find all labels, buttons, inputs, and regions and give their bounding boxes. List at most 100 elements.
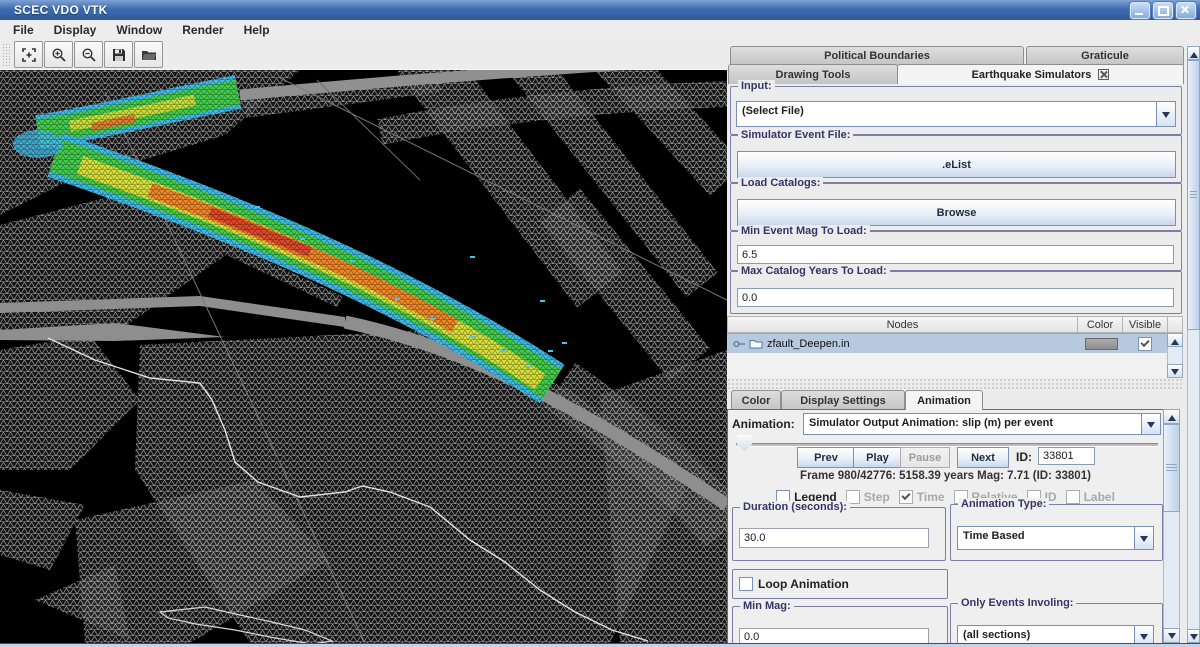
table-row[interactable]: zfault_Deepen.in xyxy=(727,333,1168,354)
id-input[interactable] xyxy=(1038,447,1095,465)
open-folder-icon xyxy=(141,47,157,63)
step-checkbox: Step xyxy=(846,490,890,504)
animation-type-group: Animation Type: Time Based xyxy=(950,504,1163,561)
minimize-icon[interactable] xyxy=(1130,2,1150,19)
min-event-mag-label: Min Event Mag To Load: xyxy=(738,225,870,237)
maximize-icon[interactable] xyxy=(1153,2,1173,19)
next-button[interactable]: Next xyxy=(957,447,1009,468)
menu-window[interactable]: Window xyxy=(106,21,172,39)
toolbar xyxy=(0,40,727,69)
window-bottom-border xyxy=(0,643,1200,647)
table-scroll-down-icon[interactable] xyxy=(1167,364,1183,378)
tab-animation[interactable]: Animation xyxy=(905,390,983,410)
simulator-event-file-label: Simulator Event File: xyxy=(738,129,853,141)
input-file-value: (Select File) xyxy=(737,102,1156,126)
fault-visualization xyxy=(0,70,727,643)
visible-header[interactable]: Visible xyxy=(1122,316,1168,333)
pause-button: Pause xyxy=(900,447,950,468)
menu-help[interactable]: Help xyxy=(234,21,280,39)
input-group-label: Input: xyxy=(738,80,775,92)
input-group: Input: (Select File) xyxy=(730,86,1182,135)
reset-view-button[interactable] xyxy=(14,41,43,68)
max-catalog-years-label: Max Catalog Years To Load: xyxy=(738,265,890,277)
max-catalog-years-input[interactable] xyxy=(737,288,1174,307)
table-empty-area xyxy=(727,353,1168,378)
animation-type-label: Animation Type: xyxy=(958,498,1049,510)
load-catalogs-group: Load Catalogs: Browse xyxy=(730,183,1182,231)
label-checkbox: Label xyxy=(1066,490,1115,504)
time-checkbox: Time xyxy=(899,490,945,504)
animation-select-value: Simulator Output Animation: slip (m) per… xyxy=(804,414,1141,434)
min-mag-label: Min Mag: xyxy=(740,600,794,612)
prev-button[interactable]: Prev xyxy=(797,447,855,468)
tab-earthquake-simulators[interactable]: Earthquake Simulators xyxy=(897,64,1184,84)
zoom-in-button[interactable] xyxy=(44,41,73,68)
animation-scrollbar-thumb[interactable] xyxy=(1163,424,1180,512)
tab-close-icon[interactable] xyxy=(1098,69,1109,80)
only-events-group: Only Events Involing: (all sections) xyxy=(950,603,1163,647)
id-label: ID: xyxy=(1016,450,1032,464)
node-visible-checkbox[interactable] xyxy=(1138,337,1152,351)
titlebar[interactable]: SCEC VDO VTK xyxy=(0,0,1200,20)
folder-icon xyxy=(749,338,763,349)
reset-view-icon xyxy=(21,47,37,63)
min-event-mag-input[interactable] xyxy=(737,245,1174,264)
side-panel: Political Boundaries Graticule Drawing T… xyxy=(727,40,1200,643)
animation-type-select[interactable]: Time Based xyxy=(957,526,1154,550)
duration-input[interactable] xyxy=(739,528,929,548)
open-button[interactable] xyxy=(134,41,163,68)
max-catalog-years-group: Max Catalog Years To Load: xyxy=(730,271,1182,314)
animation-scroll-up-icon[interactable] xyxy=(1163,409,1180,424)
menu-file[interactable]: File xyxy=(3,21,44,39)
close-icon[interactable] xyxy=(1176,2,1196,19)
loop-animation-label: Loop Animation xyxy=(758,577,849,591)
toolbar-drag-handle[interactable] xyxy=(2,43,10,67)
table-scroll-up-icon[interactable] xyxy=(1167,333,1183,347)
only-events-label: Only Events Involing: xyxy=(958,597,1076,609)
zoom-out-icon xyxy=(81,47,97,63)
play-button[interactable]: Play xyxy=(853,447,902,468)
window-title: SCEC VDO VTK xyxy=(14,3,108,17)
viewport-3d[interactable] xyxy=(0,69,727,644)
tab-color[interactable]: Color xyxy=(731,390,781,410)
browse-button[interactable]: Browse xyxy=(737,199,1176,226)
dropdown-arrow-icon[interactable] xyxy=(1134,527,1153,549)
duration-label: Duration (seconds): xyxy=(740,501,850,513)
menu-render[interactable]: Render xyxy=(172,21,233,39)
animation-scroll-down-icon[interactable] xyxy=(1163,628,1180,643)
tab-political-boundaries[interactable]: Political Boundaries xyxy=(730,46,1024,65)
frame-status-text: Frame 980/42776: 5158.39 years Mag: 7.71… xyxy=(728,470,1163,482)
tab-graticule[interactable]: Graticule xyxy=(1026,46,1184,65)
loop-animation-box: Loop Animation xyxy=(732,569,948,599)
tab-display-settings[interactable]: Display Settings xyxy=(781,390,905,410)
nodes-header[interactable]: Nodes xyxy=(727,316,1078,333)
node-name: zfault_Deepen.in xyxy=(767,338,850,350)
zoom-in-icon xyxy=(51,47,67,63)
input-file-select[interactable]: (Select File) xyxy=(736,101,1176,127)
simulator-event-file-group: Simulator Event File: .eList xyxy=(730,135,1182,183)
animation-type-value: Time Based xyxy=(958,527,1134,549)
dropdown-arrow-icon[interactable] xyxy=(1156,102,1175,126)
splitter-handle[interactable] xyxy=(727,378,1184,389)
elist-button[interactable]: .eList xyxy=(737,151,1176,178)
save-button[interactable] xyxy=(104,41,133,68)
zoom-out-button[interactable] xyxy=(74,41,103,68)
timeline-slider-thumb[interactable] xyxy=(737,435,752,451)
animation-panel: Animation: Simulator Output Animation: s… xyxy=(727,409,1164,646)
loop-animation-checkbox[interactable] xyxy=(739,577,753,591)
node-color-swatch[interactable] xyxy=(1085,338,1118,350)
menubar: File Display Window Render Help xyxy=(0,20,1200,40)
panel-scroll-down-icon[interactable] xyxy=(1187,629,1200,643)
panel-scrollbar-thumb[interactable] xyxy=(1187,60,1200,330)
tree-handle-icon[interactable] xyxy=(733,340,746,348)
menu-display[interactable]: Display xyxy=(44,21,107,39)
header-filler xyxy=(1167,316,1183,333)
panel-scroll-up-icon[interactable] xyxy=(1187,46,1200,60)
app-window: SCEC VDO VTK File Display Window Render … xyxy=(0,0,1200,647)
save-icon xyxy=(111,47,127,63)
dropdown-arrow-icon[interactable] xyxy=(1141,414,1160,434)
animation-select[interactable]: Simulator Output Animation: slip (m) per… xyxy=(803,413,1161,435)
duration-group: Duration (seconds): xyxy=(732,507,946,561)
load-catalogs-label: Load Catalogs: xyxy=(738,177,823,189)
color-header[interactable]: Color xyxy=(1077,316,1123,333)
